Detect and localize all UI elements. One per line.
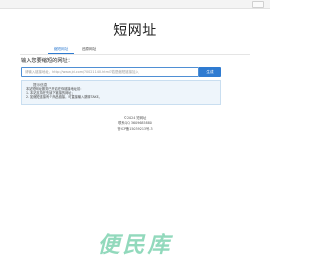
url-prompt-label: 输入您要缩短的网址：	[21, 58, 73, 64]
tab-divider	[20, 54, 250, 55]
url-input[interactable]	[21, 67, 199, 77]
browser-topbar	[0, 0, 270, 9]
site-title: 短网址	[113, 23, 157, 39]
footer: ©2024 短网址 联系QQ 3609685880 鲁ICP备15039213号…	[0, 116, 270, 132]
notice-line: 2. 如缩短连接有个商品链接，可直接输入跳转TAKE。	[26, 95, 102, 100]
tab-restore-url[interactable]: 还原网址	[78, 45, 100, 53]
icp-record-link[interactable]: 鲁ICP备15039213号-3	[0, 127, 270, 132]
notice-box: 提示信息 本站短网址服务已开启在你链接地址前： 1. 本站支持在先读下链接的网址…	[21, 80, 221, 105]
watermark-logo: 便民库	[97, 233, 173, 258]
window-control-icon[interactable]	[252, 1, 264, 8]
generate-button[interactable]: 生成	[199, 67, 221, 77]
tab-shorten-url[interactable]: 缩短网址	[48, 45, 74, 54]
